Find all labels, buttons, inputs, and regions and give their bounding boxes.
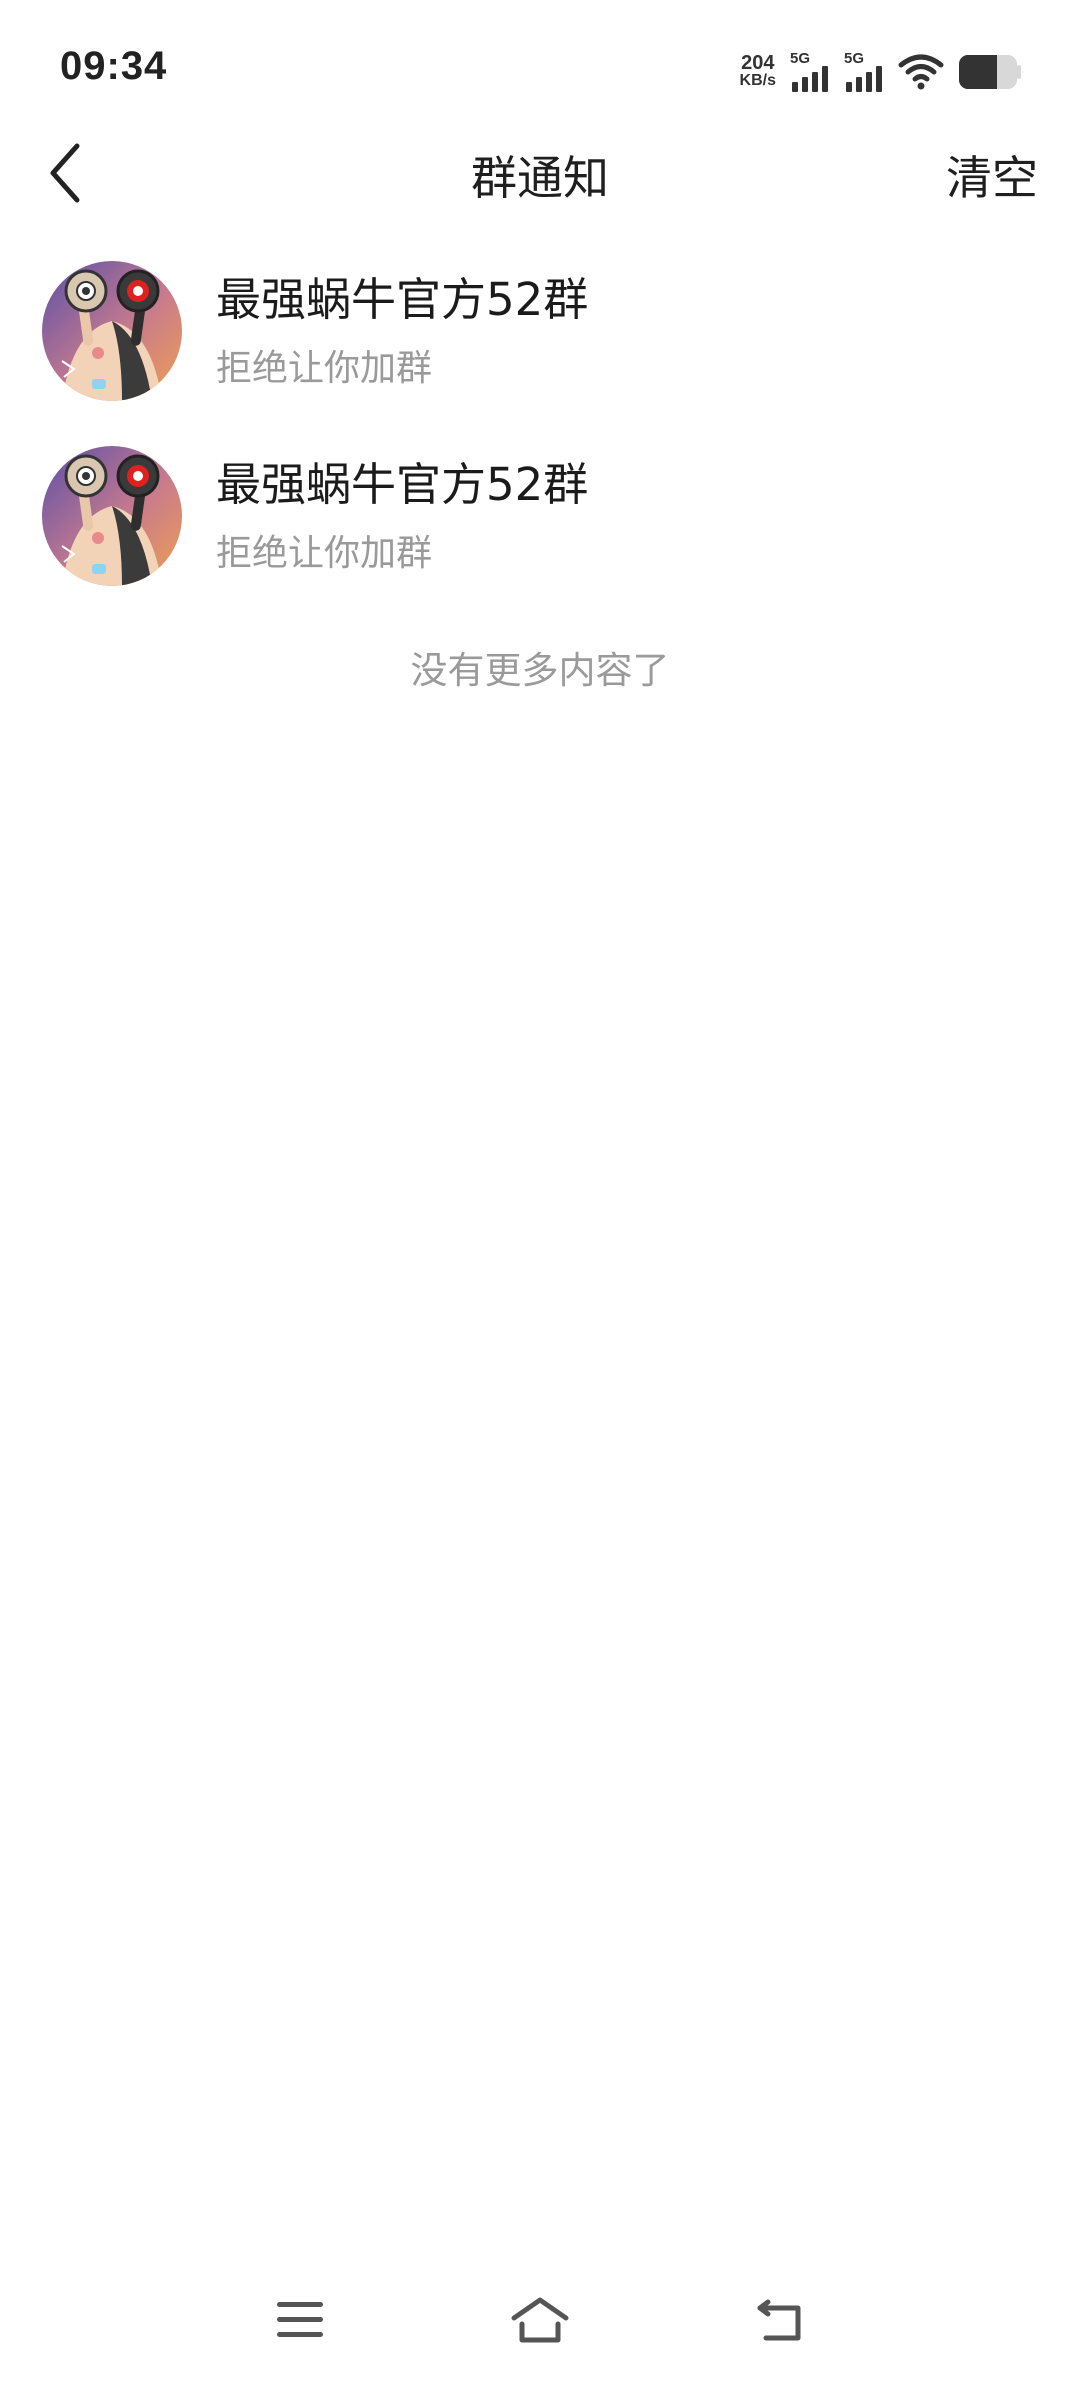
- status-bar: 09:34 204 KB/s 5G 5G: [0, 0, 1080, 140]
- avatar: [42, 261, 182, 401]
- list-item[interactable]: 最强蜗牛官方52群 拒绝让你加群: [0, 430, 1080, 615]
- battery-icon: [959, 55, 1021, 89]
- header: 群通知 清空: [0, 120, 1080, 230]
- status-time: 09:34: [60, 44, 168, 88]
- page-title: 群通知: [471, 151, 609, 205]
- sim2-type: 5G: [844, 50, 865, 67]
- back-nav-icon: [757, 2299, 801, 2341]
- screen: 09:34 204 KB/s 5G 5G 群通知 清空 最强蜗牛官方52群 拒绝…: [0, 0, 1080, 2400]
- status-icons: 204 KB/s 5G 5G: [740, 48, 1022, 96]
- navigation-bar: [0, 2250, 1080, 2400]
- signal-icon: [846, 66, 882, 92]
- notification-list: 最强蜗牛官方52群 拒绝让你加群 最强蜗牛官方52群 拒绝让你加群: [0, 245, 1080, 615]
- network-speed-unit: KB/s: [739, 72, 776, 89]
- avatar: [42, 446, 182, 586]
- sim1-signal: 5G: [790, 50, 830, 92]
- group-name: 最强蜗牛官方52群: [216, 273, 589, 326]
- snail-avatar-image: [42, 261, 182, 401]
- back-nav-button[interactable]: [740, 2280, 820, 2360]
- network-speed-value: 204: [741, 52, 775, 74]
- end-of-list-text: 没有更多内容了: [410, 649, 670, 692]
- network-speed: 204 KB/s: [739, 52, 776, 90]
- menu-button[interactable]: [260, 2280, 340, 2360]
- notification-status: 拒绝让你加群: [216, 348, 433, 389]
- signal-icon: [792, 66, 828, 92]
- wifi-icon: [898, 54, 944, 90]
- clear-button[interactable]: 清空: [946, 142, 1038, 208]
- home-button[interactable]: [500, 2280, 580, 2360]
- notification-status: 拒绝让你加群: [216, 533, 433, 574]
- sim2-signal: 5G: [844, 50, 884, 92]
- list-item[interactable]: 最强蜗牛官方52群 拒绝让你加群: [0, 245, 1080, 430]
- snail-avatar-image: [42, 446, 182, 586]
- menu-icon: [277, 2302, 323, 2337]
- group-name: 最强蜗牛官方52群: [216, 458, 589, 511]
- sim1-type: 5G: [790, 50, 811, 67]
- home-icon: [511, 2297, 569, 2343]
